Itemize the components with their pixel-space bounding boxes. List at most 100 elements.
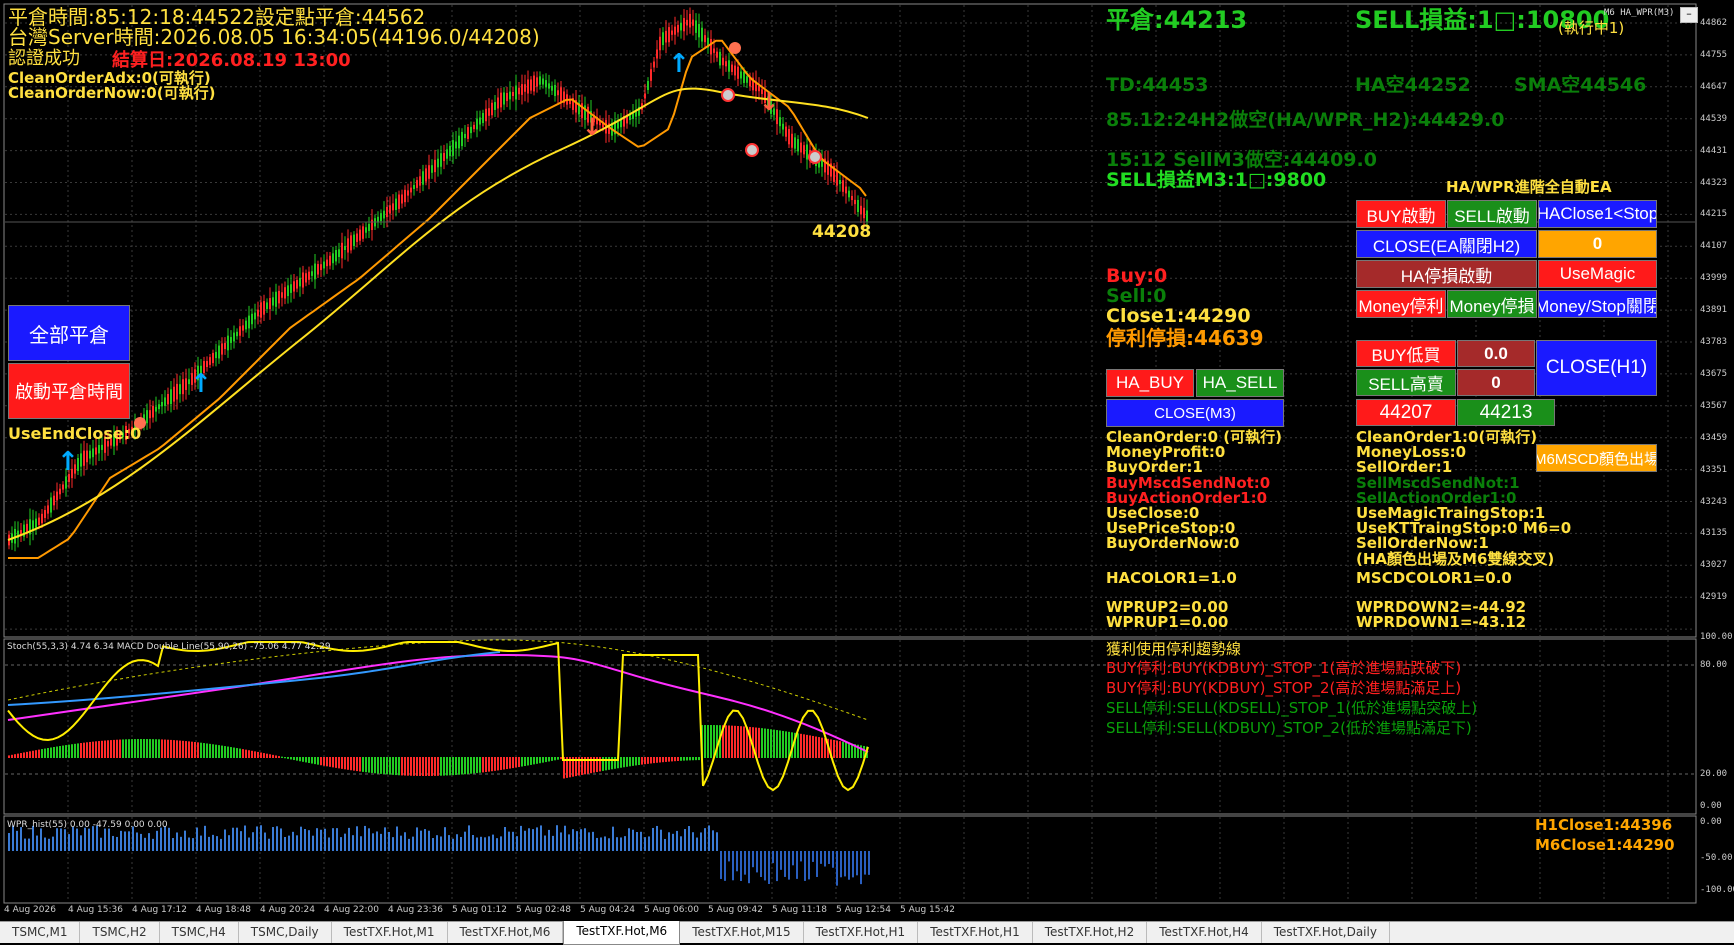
sell-high-input[interactable]: 0 xyxy=(1457,369,1535,396)
macd-bar xyxy=(422,757,424,776)
money-stop-close-button[interactable]: Money/Stop關閉 xyxy=(1538,290,1657,318)
candle-body xyxy=(401,194,403,204)
chart-tab[interactable]: TSMC,H4 xyxy=(160,922,239,943)
signal-dot-icon xyxy=(729,42,741,54)
macd-bar xyxy=(491,757,493,772)
macd-bar xyxy=(560,757,562,760)
chart-tab[interactable]: TestTXF.Hot,Daily xyxy=(1262,922,1390,943)
sell-start-button[interactable]: SELL啟動 xyxy=(1447,200,1537,228)
close-all-button[interactable]: 全部平倉 xyxy=(8,305,130,361)
chart-tab[interactable]: TSMC,Daily xyxy=(239,922,332,943)
wpr-bar xyxy=(364,825,366,851)
candle-body xyxy=(359,229,361,241)
wpr-bar xyxy=(516,836,518,851)
macd-bar xyxy=(383,757,385,775)
macd-bar xyxy=(95,741,97,758)
ha-sell-button[interactable]: HA_SELL xyxy=(1196,369,1284,397)
close1-value: Close1:44290 xyxy=(1106,305,1251,327)
macd-bar xyxy=(155,739,157,758)
macd-bar xyxy=(77,743,79,758)
wpr-bar xyxy=(636,832,638,851)
macd-bar xyxy=(248,750,250,758)
macd-bar xyxy=(473,757,475,774)
macd-bar xyxy=(176,740,178,758)
buy-arrow-icon: ↑ xyxy=(668,49,690,79)
macd-bar xyxy=(428,757,430,776)
macd-bar xyxy=(50,747,52,758)
macd-bar xyxy=(170,739,172,758)
sell-high-button[interactable]: SELL高賣 xyxy=(1356,369,1456,396)
chart-tab[interactable]: TestTXF.Hot,M15 xyxy=(680,922,804,943)
ha-close-stop-button[interactable]: HAClose1<Stop xyxy=(1538,200,1657,228)
use-magic-button[interactable]: UseMagic xyxy=(1538,260,1657,288)
chart-tab[interactable]: TestTXF.Hot,H2 xyxy=(1033,922,1148,943)
executing-status: (執行中1) xyxy=(1558,19,1625,37)
macd-bar xyxy=(272,754,274,758)
status-right: CleanOrder1:0(可執行) MoneyLoss:0 SellOrder… xyxy=(1356,429,1571,567)
wpr-bar xyxy=(276,826,278,851)
macd-bar xyxy=(230,747,232,758)
wpr-bar xyxy=(688,826,690,851)
wpr-bar xyxy=(252,832,254,851)
wpr-bar xyxy=(412,836,414,851)
candle-body xyxy=(725,61,727,67)
candle-body xyxy=(230,337,232,343)
trend-note-1: BUY停利:BUY(KDBUY)_STOP_1(高於進場點跌破下) xyxy=(1106,659,1462,677)
macd-bar xyxy=(614,757,616,769)
exit-marker-icon xyxy=(745,143,759,157)
money-loss-button[interactable]: Money停損 xyxy=(1447,290,1537,318)
macd-bar xyxy=(770,729,772,758)
macd-bar xyxy=(41,749,43,758)
candle-body xyxy=(98,445,100,454)
close-ea-button[interactable]: CLOSE(EA關閉H2) xyxy=(1356,230,1537,258)
chart-tab[interactable]: TestTXF.Hot,M6 xyxy=(563,921,681,945)
close-h1-button[interactable]: CLOSE(H1) xyxy=(1536,340,1657,396)
sell-pl-m3: SELL損益M3:1□:9800 xyxy=(1106,169,1327,191)
candle-body xyxy=(44,510,46,518)
close-m3-button[interactable]: CLOSE(M3) xyxy=(1106,399,1284,427)
wpr-bar xyxy=(360,836,362,851)
buy-low-button[interactable]: BUY低買 xyxy=(1356,340,1456,367)
ea-zero-value[interactable]: 0 xyxy=(1538,230,1657,258)
start-close-time-button[interactable]: 啟動平倉時間 xyxy=(8,363,130,419)
chart-tab[interactable]: TestTXF.Hot,M1 xyxy=(332,922,448,943)
chart-tab[interactable]: TestTXF.Hot,H1 xyxy=(918,922,1033,943)
candle-body xyxy=(467,127,469,139)
chart-tab[interactable]: TestTXF.Hot,H1 xyxy=(804,922,919,943)
candle-body xyxy=(488,108,490,116)
ha-stop-start-button[interactable]: HA停損啟動 xyxy=(1356,260,1537,288)
ha-buy-button[interactable]: HA_BUY xyxy=(1106,369,1194,397)
candle-body xyxy=(497,97,499,109)
wpr-bar xyxy=(116,836,118,851)
candle-body xyxy=(185,378,187,390)
macd-bar xyxy=(239,748,241,758)
macd-bar xyxy=(527,757,529,766)
money-profit-button[interactable]: Money停利 xyxy=(1356,290,1446,318)
candle-body xyxy=(95,447,97,455)
wpr-bar xyxy=(684,829,686,851)
candle-body xyxy=(248,315,250,329)
candle-body xyxy=(257,309,259,317)
candle-body xyxy=(317,264,319,275)
macd-bar xyxy=(32,750,34,758)
candle-body xyxy=(743,71,745,83)
macd-bar xyxy=(128,739,130,758)
chart-tab[interactable]: TestTXF.Hot,M6 xyxy=(448,922,564,943)
macd-bar xyxy=(338,757,340,769)
chart-tab[interactable]: TestTXF.Hot,H4 xyxy=(1147,922,1262,943)
wpr-bar xyxy=(228,835,230,851)
chart-tab[interactable]: TSMC,M1 xyxy=(0,922,81,943)
macd-bar xyxy=(797,733,799,758)
sell-arrow-icon: ↓ xyxy=(759,88,779,116)
buy-start-button[interactable]: BUY啟動 xyxy=(1356,200,1446,228)
candle-body xyxy=(56,491,58,501)
macd-bar xyxy=(638,757,640,766)
minimize-icon[interactable]: – xyxy=(1680,7,1698,23)
wpr-bar xyxy=(788,851,790,880)
candle-body xyxy=(521,84,523,95)
candle-body xyxy=(698,23,700,38)
macd-bar xyxy=(92,741,94,758)
buy-low-input[interactable]: 0.0 xyxy=(1457,340,1535,367)
buy-order-now-status: BuyOrderNow:0 xyxy=(1106,534,1240,553)
chart-tab[interactable]: TSMC,H2 xyxy=(80,922,160,943)
